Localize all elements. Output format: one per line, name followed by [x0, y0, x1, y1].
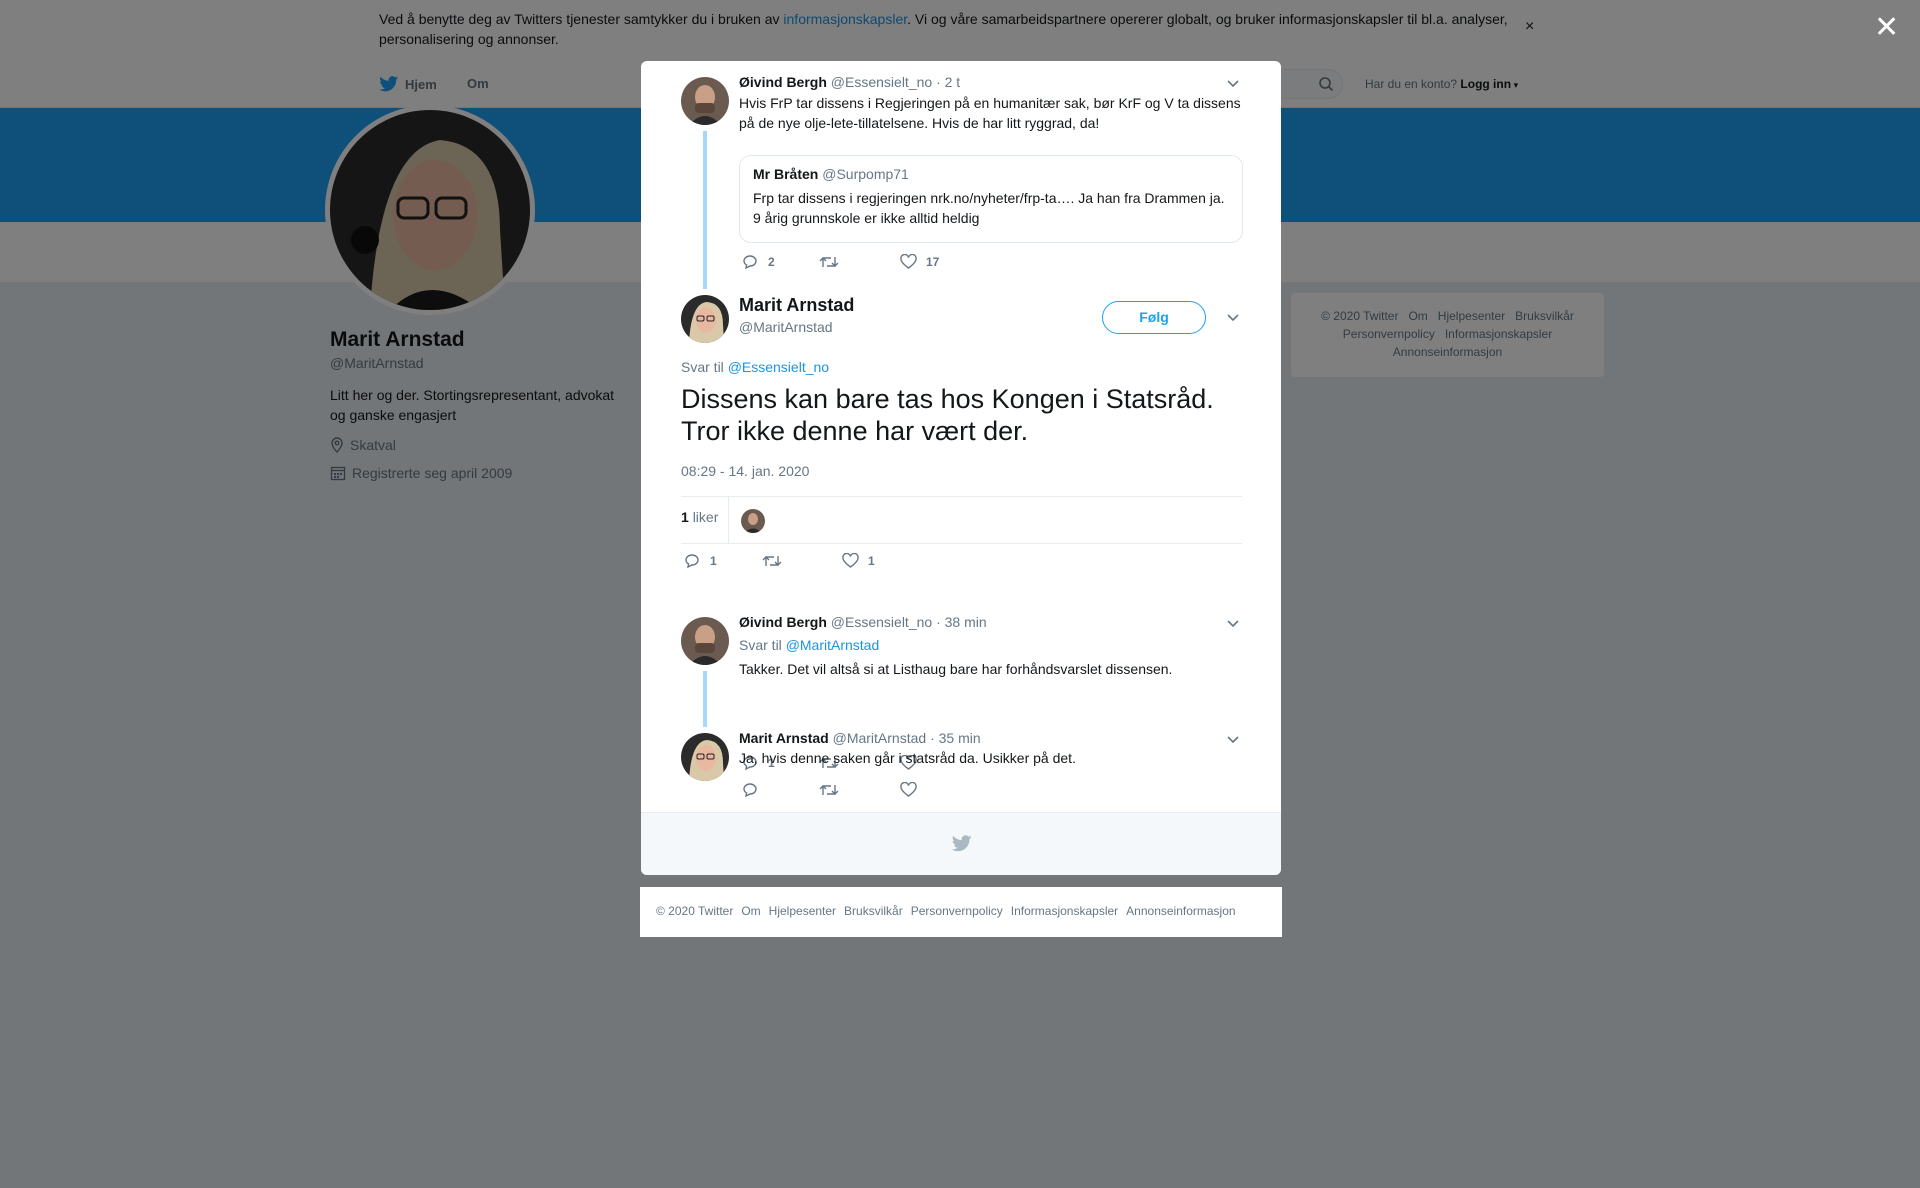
footer-link-terms[interactable]: Bruksvilkår [844, 904, 903, 918]
main-tweet-author-handle[interactable]: @MaritArnstad [739, 319, 833, 335]
tweet-header: Øivind Bergh @Essensielt_no · 38 min [739, 614, 987, 630]
likes-stat-label: liker [692, 509, 719, 525]
chevron-down-icon[interactable] [1226, 78, 1240, 88]
thread-line [703, 671, 707, 727]
tweet-author-handle[interactable]: @Essensielt_no [831, 614, 932, 630]
footer-link-cookies[interactable]: Informasjonskapsler [1011, 904, 1118, 918]
quoted-author-handle: @Surpomp71 [822, 166, 909, 182]
reply-count: 2 [768, 255, 775, 269]
like-button[interactable]: 1 [842, 553, 875, 569]
retweet-button[interactable] [819, 782, 900, 798]
tweet-author-name[interactable]: Øivind Bergh [739, 74, 827, 90]
tweet-author-handle[interactable]: @Essensielt_no [831, 74, 932, 90]
main-tweet-author-name[interactable]: Marit Arnstad [739, 295, 854, 316]
tweet-header: Øivind Bergh @Essensielt_no · 2 t [739, 74, 960, 90]
footer-copyright: © 2020 Twitter [656, 904, 734, 918]
twitter-bird-icon [952, 835, 972, 852]
tweet-time[interactable]: · 2 t [936, 74, 960, 90]
like-count: 1 [868, 554, 875, 568]
avatar[interactable] [681, 295, 729, 343]
like-count: 17 [926, 255, 940, 269]
liker-avatar[interactable] [741, 509, 765, 533]
tweet-time[interactable]: · 38 min [936, 614, 987, 630]
like-icon [842, 553, 859, 568]
likes-stat[interactable]: 1 liker [681, 509, 718, 525]
likes-stat-count: 1 [681, 509, 689, 525]
footer-link-om[interactable]: Om [741, 904, 760, 918]
main-tweet-timestamp[interactable]: 08:29 - 14. jan. 2020 [681, 463, 809, 479]
quoted-tweet[interactable]: Mr Bråten @Surpomp71 Frp tar dissens i r… [739, 155, 1243, 243]
reply-count: 1 [710, 554, 717, 568]
retweet-button[interactable] [762, 553, 842, 569]
reply-icon [743, 255, 757, 270]
reply-context-handle[interactable]: @MaritArnstad [786, 637, 880, 653]
footer-link-privacy[interactable]: Personvernpolicy [911, 904, 1003, 918]
main-tweet-text: Dissens kan bare tas hos Kongen i Statsr… [681, 384, 1214, 446]
quoted-tweet-header: Mr Bråten @Surpomp71 [753, 166, 1229, 182]
reply-context-label: Svar til [739, 637, 782, 653]
tweet-actions: 2 17 [742, 254, 939, 270]
tweet-time[interactable]: · 35 min [930, 730, 981, 746]
reply-button[interactable] [742, 782, 819, 798]
tweet-author-name[interactable]: Marit Arnstad [739, 730, 829, 746]
tweet-author-name[interactable]: Øivind Bergh [739, 614, 827, 630]
tweet-text: Ja, hvis denne saken går i statsråd da. … [739, 750, 1076, 766]
retweet-icon [762, 556, 782, 566]
retweet-icon [819, 785, 839, 795]
quoted-author-name: Mr Bråten [753, 166, 819, 182]
main-tweet-actions: 1 1 [684, 553, 875, 569]
like-icon [900, 254, 917, 269]
avatar[interactable] [681, 733, 729, 781]
close-icon[interactable]: ✕ [1874, 10, 1899, 45]
tweet-modal: Øivind Bergh @Essensielt_no · 2 t Hvis F… [641, 61, 1281, 875]
thread-line [703, 131, 707, 289]
like-icon [900, 782, 917, 797]
tweet-text: Takker. Det vil altså si at Listhaug bar… [739, 661, 1173, 677]
retweet-icon [819, 257, 839, 267]
follow-button[interactable]: Følg [1102, 301, 1206, 334]
reply-button[interactable]: 2 [742, 254, 819, 270]
reply-context-handle[interactable]: @Essensielt_no [728, 359, 829, 375]
tweet-text: Hvis FrP tar dissens i Regjeringen på en… [739, 95, 1241, 131]
chevron-down-icon[interactable] [1226, 312, 1240, 322]
quoted-tweet-text: Frp tar dissens i regjeringen nrk.no/nyh… [753, 190, 1225, 226]
tweet-author-handle[interactable]: @MaritArnstad [833, 730, 927, 746]
avatar[interactable] [681, 617, 729, 665]
footer-link-help[interactable]: Hjelpesenter [769, 904, 836, 918]
reply-button[interactable]: 1 [684, 553, 762, 569]
chevron-down-icon[interactable] [1226, 618, 1240, 628]
bottom-footer: © 2020 Twitter Om Hjelpesenter Bruksvilkår P… [640, 887, 1282, 937]
tweet-header: Marit Arnstad @MaritArnstad · 35 min [739, 730, 981, 746]
modal-footer [641, 812, 1281, 875]
avatar[interactable] [681, 77, 729, 125]
tweet-actions [742, 782, 917, 798]
reply-context: Svar til @MaritArnstad [739, 635, 879, 655]
reply-context-label: Svar til [681, 359, 724, 375]
like-button[interactable]: 17 [900, 254, 939, 270]
stats-divider [728, 497, 729, 543]
chevron-down-icon[interactable] [1226, 734, 1240, 744]
like-button[interactable] [900, 782, 917, 798]
footer-link-ads[interactable]: Annonseinformasjon [1126, 904, 1235, 918]
tweet-stats: 1 liker [681, 496, 1242, 544]
reply-context: Svar til @Essensielt_no [681, 359, 829, 375]
reply-icon [743, 783, 757, 798]
reply-icon [685, 554, 699, 569]
retweet-button[interactable] [819, 254, 900, 270]
